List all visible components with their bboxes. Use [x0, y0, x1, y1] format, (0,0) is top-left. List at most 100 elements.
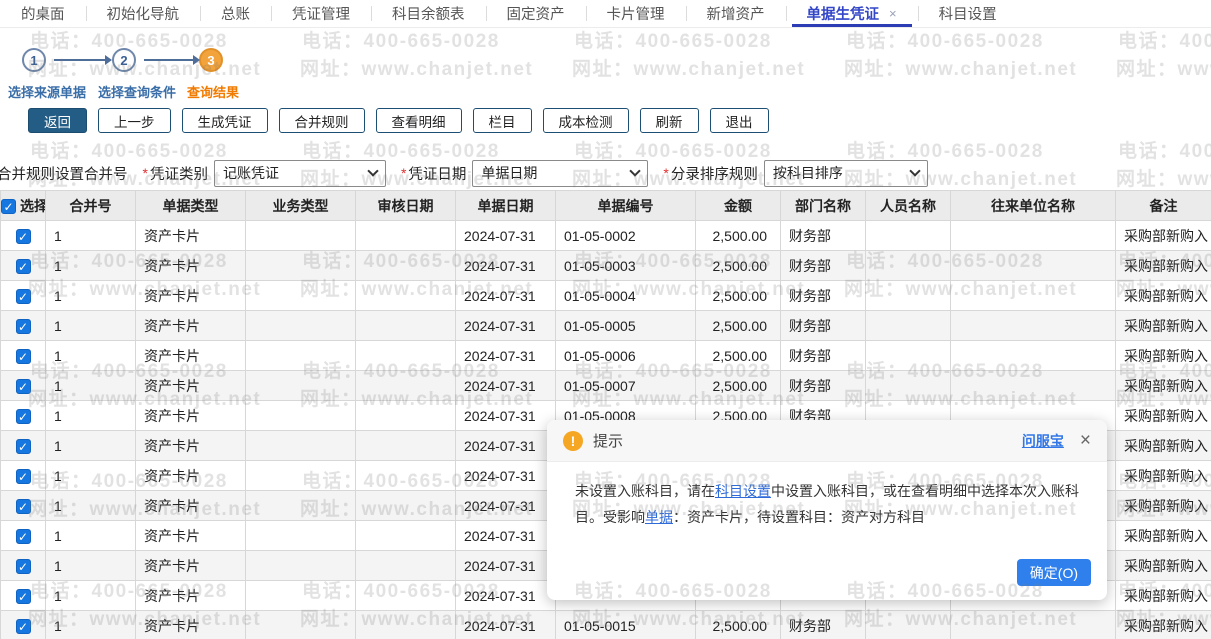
table-cell — [246, 221, 356, 251]
table-cell: 1 — [46, 521, 136, 551]
table-cell: 资产卡片 — [136, 551, 246, 581]
column-header: 业务类型 — [246, 191, 356, 221]
required-mark: * — [143, 165, 148, 181]
table-row: ✓1资产卡片2024-07-3101-05-00032,500.00财务部采购部… — [1, 251, 1211, 281]
row-checkbox[interactable]: ✓ — [16, 409, 31, 424]
table-cell — [246, 521, 356, 551]
table-row: ✓1资产卡片2024-07-3101-05-00152,500.00财务部采购部… — [1, 611, 1211, 639]
row-checkbox[interactable]: ✓ — [16, 439, 31, 454]
tab-4[interactable]: 凭证管理 — [271, 0, 371, 27]
table-cell: 采购部新购入 — [1116, 611, 1211, 639]
row-checkbox[interactable]: ✓ — [16, 319, 31, 334]
row-checkbox[interactable]: ✓ — [16, 229, 31, 244]
table-cell: 1 — [46, 281, 136, 311]
table-cell: 财务部 — [781, 251, 866, 281]
ok-button[interactable]: 确定(O) — [1017, 559, 1091, 586]
tab-5[interactable]: 科目余额表 — [371, 0, 486, 27]
column-header: 单据编号 — [556, 191, 696, 221]
tab-3[interactable]: 总账 — [200, 0, 271, 27]
chevron-down-icon — [630, 165, 641, 176]
toolbar-button[interactable]: 栏目 — [473, 108, 532, 133]
toolbar-button[interactable]: 退出 — [710, 108, 769, 133]
table-cell: 01-05-0006 — [556, 341, 696, 371]
table-cell — [866, 311, 951, 341]
tab-bar: 的桌面初始化导航总账凭证管理科目余额表固定资产卡片管理新增资产单据生凭证 × 科目设… — [0, 0, 1211, 28]
table-cell — [246, 461, 356, 491]
filter-select-value: 单据日期 — [481, 163, 537, 183]
tab-7[interactable]: 卡片管理 — [586, 0, 686, 27]
table-cell: 资产卡片 — [136, 341, 246, 371]
dialog-message-link[interactable]: 科目设置 — [715, 483, 771, 499]
tab-9[interactable]: 单据生凭证 × — [786, 0, 918, 27]
row-checkbox[interactable]: ✓ — [16, 559, 31, 574]
filter-select[interactable]: 按科目排序 — [764, 160, 928, 187]
row-checkbox[interactable]: ✓ — [16, 619, 31, 634]
table-cell: 1 — [46, 461, 136, 491]
tab-label: 总账 — [221, 3, 250, 24]
tab-2[interactable]: 初始化导航 — [86, 0, 201, 27]
column-header: 人员名称 — [866, 191, 951, 221]
table-cell — [246, 371, 356, 401]
table-cell — [951, 251, 1116, 281]
table-cell: 采购部新购入 — [1116, 551, 1211, 581]
table-cell — [246, 251, 356, 281]
table-cell: 1 — [46, 251, 136, 281]
watermark-phone: 电话：400-665-0028 — [846, 26, 1044, 53]
row-checkbox[interactable]: ✓ — [16, 289, 31, 304]
toolbar-button[interactable]: 刷新 — [640, 108, 699, 133]
row-checkbox[interactable]: ✓ — [16, 259, 31, 274]
tab-8[interactable]: 新增资产 — [686, 0, 786, 27]
help-link[interactable]: 问服宝 — [1022, 431, 1064, 451]
table-cell: 2024-07-31 — [456, 401, 556, 431]
tab-label: 固定资产 — [507, 3, 565, 24]
prompt-dialog: ! 提示 问服宝 × 未设置入账科目，请在科目设置中设置入账科目，或在查看明细中… — [547, 420, 1107, 600]
tab-6[interactable]: 固定资产 — [486, 0, 586, 27]
filter-label: 凭证日期 — [408, 163, 466, 184]
table-cell: 资产卡片 — [136, 431, 246, 461]
filter-select[interactable]: 记账凭证 — [214, 160, 386, 187]
column-header: 单据日期 — [456, 191, 556, 221]
column-header: 单据类型 — [136, 191, 246, 221]
row-checkbox[interactable]: ✓ — [16, 469, 31, 484]
table-cell — [356, 221, 456, 251]
dialog-footer: 确定(O) — [547, 530, 1107, 600]
toolbar-button[interactable]: 生成凭证 — [182, 108, 268, 133]
table-cell: 资产卡片 — [136, 221, 246, 251]
column-header: 部门名称 — [781, 191, 866, 221]
row-checkbox[interactable]: ✓ — [16, 589, 31, 604]
close-icon[interactable]: × — [1080, 431, 1091, 450]
dialog-message-link[interactable]: 单据 — [645, 509, 673, 525]
toolbar-button[interactable]: 上一步 — [98, 108, 171, 133]
step-label-2: 选择查询条件 — [98, 82, 176, 101]
watermark-site: 网址：www.chanjet.net — [300, 54, 533, 81]
filter-select[interactable]: 单据日期 — [472, 160, 648, 187]
back-button[interactable]: 返回 — [28, 108, 87, 133]
tab-10[interactable]: 科目设置 — [918, 0, 1018, 27]
row-checkbox[interactable]: ✓ — [16, 529, 31, 544]
table-cell: 2024-07-31 — [456, 551, 556, 581]
table-cell: 资产卡片 — [136, 281, 246, 311]
table-cell: 资产卡片 — [136, 461, 246, 491]
row-checkbox[interactable]: ✓ — [16, 379, 31, 394]
table-cell: 2024-07-31 — [456, 461, 556, 491]
dialog-message-text: 未设置入账科目，请在 — [575, 483, 715, 499]
row-checkbox[interactable]: ✓ — [16, 349, 31, 364]
row-checkbox[interactable]: ✓ — [16, 499, 31, 514]
toolbar-button[interactable]: 成本检测 — [543, 108, 629, 133]
tab-label: 单据生凭证 — [807, 3, 880, 24]
tab-close-icon[interactable]: × — [889, 6, 897, 21]
toolbar-button[interactable]: 合并规则 — [279, 108, 365, 133]
table-cell — [356, 461, 456, 491]
select-all-checkbox[interactable]: ✓ — [1, 199, 16, 214]
table-cell: 采购部新购入 — [1116, 311, 1211, 341]
table-cell: 2,500.00 — [696, 221, 781, 251]
table-cell — [356, 341, 456, 371]
step-circle-2: 2 — [112, 48, 136, 72]
table-cell — [356, 581, 456, 611]
table-cell — [356, 521, 456, 551]
table-cell: 资产卡片 — [136, 521, 246, 551]
tab-1[interactable]: 的桌面 — [0, 0, 86, 27]
required-mark: * — [401, 165, 406, 181]
toolbar-button[interactable]: 查看明细 — [376, 108, 462, 133]
table-cell: 01-05-0003 — [556, 251, 696, 281]
